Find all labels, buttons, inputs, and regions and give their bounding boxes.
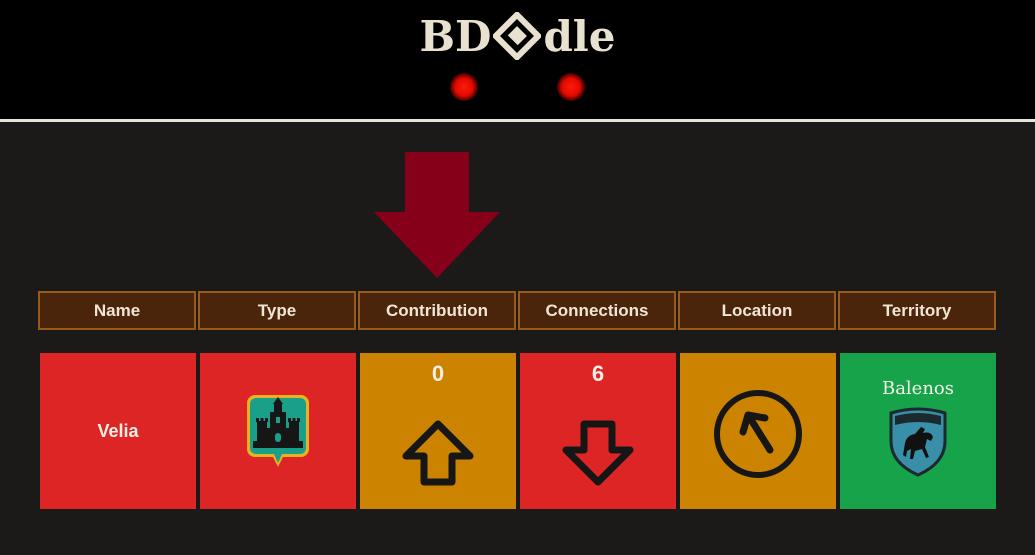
guess-cell-territory: Balenos: [840, 353, 996, 509]
guess-name-text: Velia: [97, 420, 139, 441]
logo-text-right: dle: [543, 11, 616, 61]
column-header-name: Name: [38, 291, 196, 330]
contribution-value: 0: [431, 361, 445, 386]
guess-cell-location: [680, 353, 836, 509]
guess-cell-contribution: 0: [360, 353, 516, 509]
down-arrow-icon: [374, 152, 500, 278]
game-logo: BD dle: [0, 10, 1035, 62]
territory-value: Balenos: [881, 377, 955, 399]
guess-cell-connections: 6: [520, 353, 676, 509]
compass-arrow-icon: [714, 390, 802, 478]
column-header-type: Type: [198, 291, 356, 330]
column-header-territory: Territory: [838, 291, 996, 330]
arrow-up-icon: [402, 420, 474, 486]
balenos-crest-icon: [889, 407, 947, 477]
castle-town-icon: [247, 395, 309, 467]
header-bar: BD dle: [0, 0, 1035, 120]
bdo-emblem-icon: [493, 12, 542, 60]
life-indicator: [450, 73, 478, 101]
column-header-location: Location: [678, 291, 836, 330]
guess-cell-name: Velia: [40, 353, 196, 509]
guess-cell-type: [200, 353, 356, 509]
arrow-down-icon: [562, 420, 634, 486]
header-divider: [0, 119, 1035, 122]
life-indicator: [557, 73, 585, 101]
column-header-connections: Connections: [518, 291, 676, 330]
column-header-contribution: Contribution: [358, 291, 516, 330]
connections-value: 6: [591, 361, 605, 386]
logo-text-left: BD: [419, 11, 492, 61]
